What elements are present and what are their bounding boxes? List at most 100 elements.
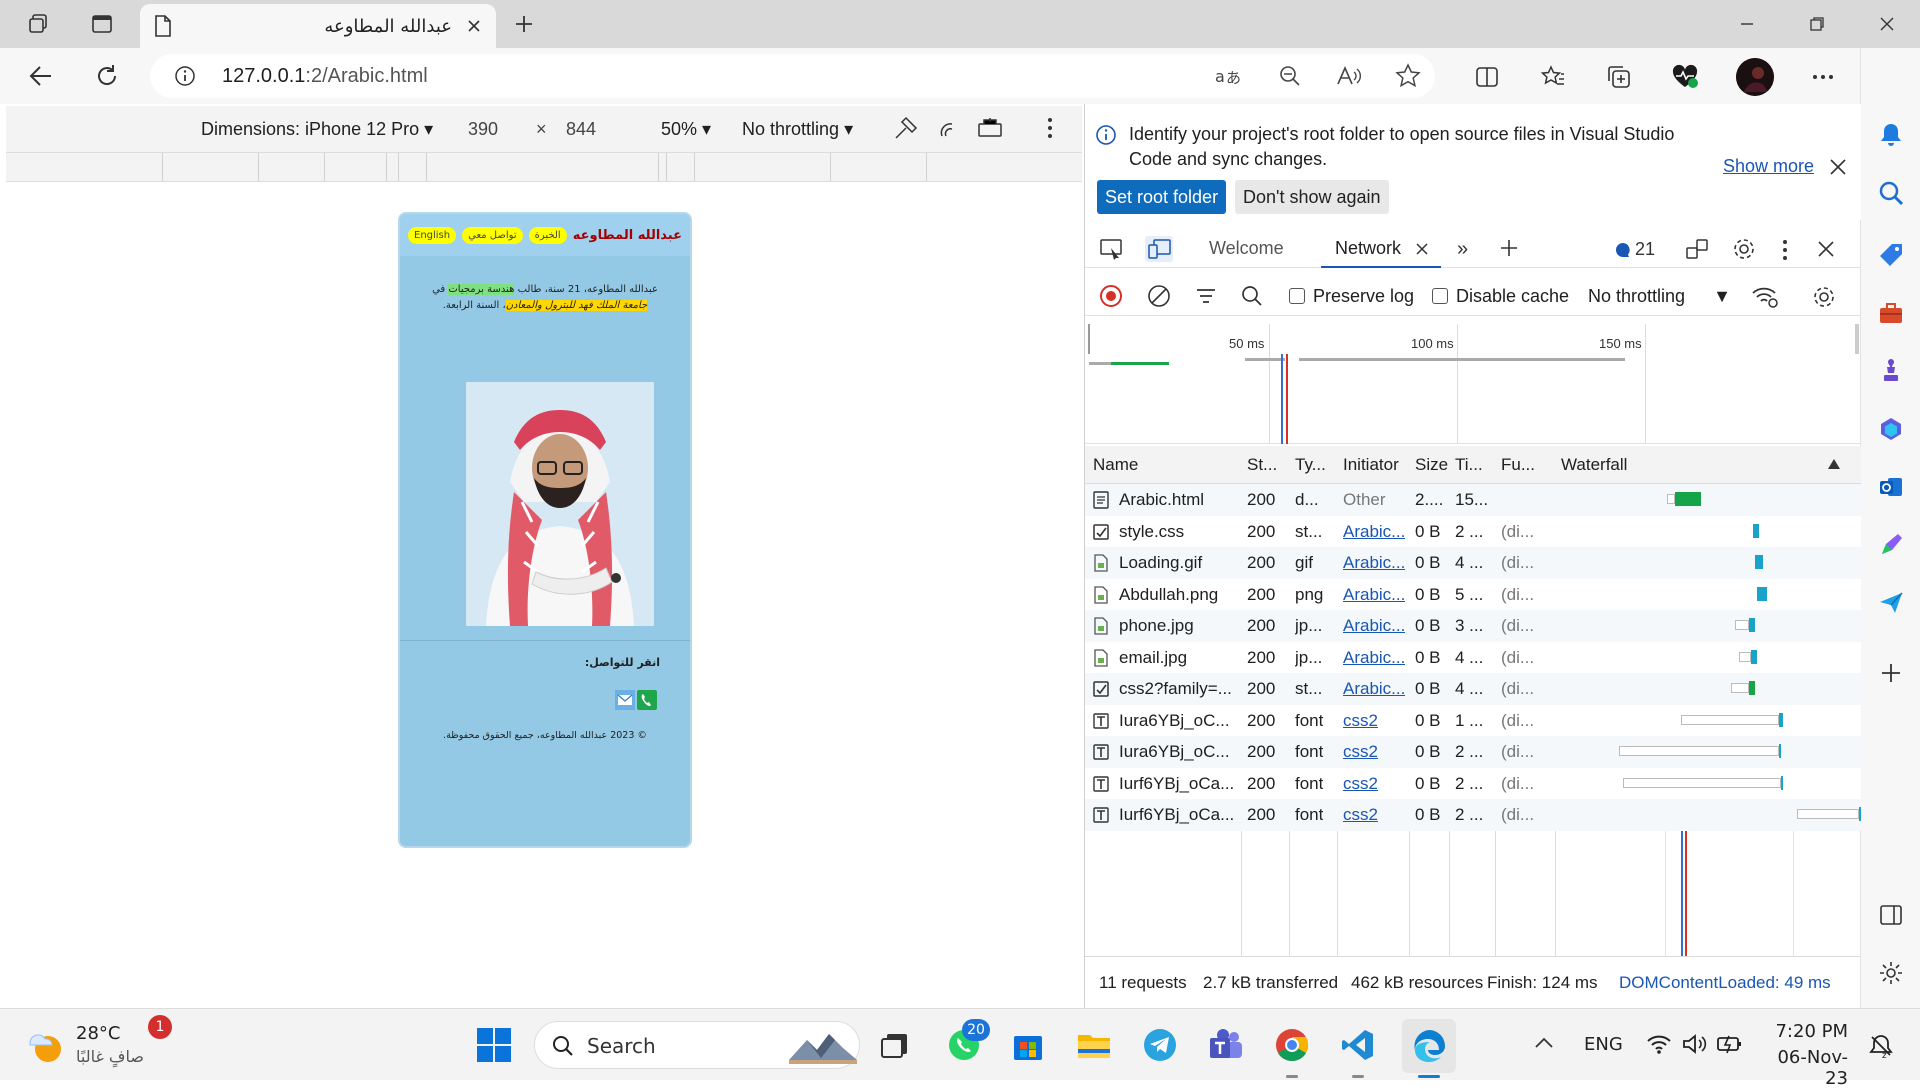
nav-experience[interactable]: الخبرة	[528, 226, 567, 244]
table-row[interactable]: css2?family=... 200 st... Arabic... 0 B 4 ...…	[1085, 673, 1861, 705]
device-emulation-icon[interactable]	[1145, 236, 1173, 262]
request-initiator[interactable]: css2	[1343, 742, 1378, 762]
refresh-icon[interactable]	[90, 59, 124, 93]
network-settings-icon[interactable]	[1811, 284, 1837, 310]
chrome-icon[interactable]	[1272, 1025, 1312, 1065]
teams-icon[interactable]	[1206, 1025, 1246, 1065]
table-row[interactable]: Iura6YBj_oC... 200 font css2 0 B 2 ... (di...	[1085, 736, 1861, 768]
temperature[interactable]: 28°C	[76, 1023, 120, 1044]
request-name[interactable]: email.jpg	[1119, 648, 1237, 668]
more-menu-icon[interactable]	[1806, 60, 1840, 94]
collections-icon[interactable]	[1602, 60, 1636, 94]
table-row[interactable]: Iura6YBj_oC... 200 font css2 0 B 1 ... (di...	[1085, 704, 1861, 736]
request-name[interactable]: Arabic.html	[1119, 490, 1237, 510]
table-row[interactable]: Iurf6YBj_oCa... 200 font css2 0 B 2 ... (di...	[1085, 799, 1861, 831]
overview-handle[interactable]	[1855, 324, 1859, 354]
device-more-icon[interactable]	[1046, 116, 1054, 140]
more-tabs-icon[interactable]: »	[1457, 238, 1468, 261]
task-view-icon[interactable]	[874, 1025, 914, 1065]
tab-welcome[interactable]: Welcome	[1209, 238, 1284, 259]
devtools-settings-icon[interactable]	[1731, 236, 1757, 262]
zoom-out-icon[interactable]	[1278, 64, 1302, 88]
col-type[interactable]: Ty...	[1295, 455, 1326, 475]
request-name[interactable]: Iura6YBj_oC...	[1119, 742, 1237, 762]
clock-time[interactable]: 7:20 PM	[1766, 1021, 1848, 1042]
translate-icon[interactable]: aあ	[1214, 64, 1242, 88]
hide-sidebar-icon[interactable]	[1876, 900, 1906, 930]
nav-english[interactable]: English	[408, 226, 457, 244]
address-bar[interactable]: 127.0.0.1:2/Arabic.html aあ	[150, 54, 1435, 98]
request-name[interactable]: phone.jpg	[1119, 616, 1237, 636]
vscode-icon[interactable]	[1338, 1025, 1378, 1065]
wifi-icon[interactable]	[1646, 1033, 1672, 1055]
preserve-log-checkbox[interactable]: Preserve log	[1289, 286, 1414, 307]
shopping-tag-icon[interactable]	[1876, 240, 1906, 270]
filter-icon[interactable]	[1195, 286, 1217, 306]
table-row[interactable]: Abdullah.png 200 png Arabic... 0 B 5 ... (di..…	[1085, 578, 1861, 610]
issues-icon[interactable]	[1615, 242, 1631, 258]
request-initiator[interactable]: css2	[1343, 711, 1378, 731]
tab-arabic[interactable]: عبدالله المطاوعه	[140, 4, 496, 48]
request-initiator[interactable]: Arabic...	[1343, 616, 1405, 636]
volume-icon[interactable]	[1682, 1033, 1708, 1055]
request-name[interactable]: Iurf6YBj_oCa...	[1119, 805, 1237, 825]
search-sidebar-icon[interactable]	[1876, 178, 1906, 208]
col-time[interactable]: Ti...	[1455, 455, 1483, 475]
col-name[interactable]: Name	[1093, 455, 1138, 475]
show-hidden-icons[interactable]	[1534, 1035, 1554, 1049]
microsoft-store-icon[interactable]	[1008, 1025, 1048, 1065]
request-initiator[interactable]: Arabic...	[1343, 679, 1405, 699]
favorites-icon[interactable]	[1536, 60, 1570, 94]
col-status[interactable]: St...	[1247, 455, 1277, 475]
dont-show-again-button[interactable]: Don't show again	[1235, 180, 1389, 214]
request-initiator[interactable]: Arabic...	[1343, 553, 1405, 573]
col-size[interactable]: Size	[1415, 455, 1448, 475]
network-overview[interactable]: 50 ms 100 ms 150 ms	[1085, 324, 1861, 444]
profile-avatar[interactable]	[1736, 58, 1774, 96]
language-indicator[interactable]: ENG	[1584, 1034, 1623, 1055]
email-icon[interactable]	[615, 690, 635, 710]
sort-ascending-icon[interactable]	[1827, 458, 1841, 470]
table-row[interactable]: Loading.gif 200 gif Arabic... 0 B 4 ... (di...	[1085, 547, 1861, 579]
site-info-icon[interactable]	[174, 65, 196, 87]
send-icon[interactable]	[1876, 588, 1906, 618]
telegram-icon[interactable]	[1140, 1025, 1180, 1065]
throttling-select[interactable]: No throttling ▾	[742, 119, 853, 140]
sensors-icon[interactable]	[892, 116, 918, 142]
close-window-icon[interactable]	[1852, 0, 1920, 48]
request-name[interactable]: Abdullah.png	[1119, 585, 1237, 605]
col-initiator[interactable]: Initiator	[1343, 455, 1399, 475]
network-throttling-select[interactable]: No throttling ▼	[1588, 286, 1731, 307]
tab-network[interactable]: Network	[1335, 238, 1401, 259]
add-tab-icon[interactable]	[1499, 238, 1519, 258]
microsoft365-icon[interactable]	[1876, 414, 1906, 444]
request-name[interactable]: style.css	[1119, 522, 1237, 542]
width-input[interactable]: 390	[468, 119, 498, 140]
battery-icon[interactable]	[1716, 1033, 1744, 1055]
record-icon[interactable]	[1099, 284, 1123, 308]
games-chess-icon[interactable]	[1876, 356, 1906, 386]
notification-center-icon[interactable]: z	[1868, 1033, 1894, 1059]
new-tab-icon[interactable]	[506, 8, 542, 40]
file-explorer-icon[interactable]	[1074, 1025, 1114, 1065]
split-screen-icon[interactable]	[1470, 60, 1504, 94]
edge-icon[interactable]	[1402, 1019, 1456, 1073]
taskbar-search[interactable]: Search	[534, 1021, 860, 1069]
device-posture-icon[interactable]	[976, 116, 1004, 140]
tools-briefcase-icon[interactable]	[1876, 298, 1906, 328]
height-input[interactable]: 844	[566, 119, 596, 140]
request-initiator[interactable]: css2	[1343, 774, 1378, 794]
request-name[interactable]: css2?family=...	[1119, 679, 1237, 699]
col-fulfilled[interactable]: Fu...	[1501, 455, 1535, 475]
table-row[interactable]: Iurf6YBj_oCa... 200 font css2 0 B 2 ... (di...	[1085, 767, 1861, 799]
request-initiator[interactable]: Arabic...	[1343, 522, 1405, 542]
request-initiator[interactable]: Arabic...	[1343, 585, 1405, 605]
device-select[interactable]: Dimensions: iPhone 12 Pro ▾	[201, 119, 433, 140]
request-name[interactable]: Loading.gif	[1119, 553, 1237, 573]
devtools-more-icon[interactable]	[1781, 238, 1789, 262]
col-waterfall[interactable]: Waterfall	[1561, 455, 1627, 475]
start-icon[interactable]	[474, 1025, 514, 1065]
clear-icon[interactable]	[1147, 284, 1171, 308]
weather-icon[interactable]	[24, 1025, 66, 1065]
set-root-folder-button[interactable]: Set root folder	[1097, 180, 1227, 214]
